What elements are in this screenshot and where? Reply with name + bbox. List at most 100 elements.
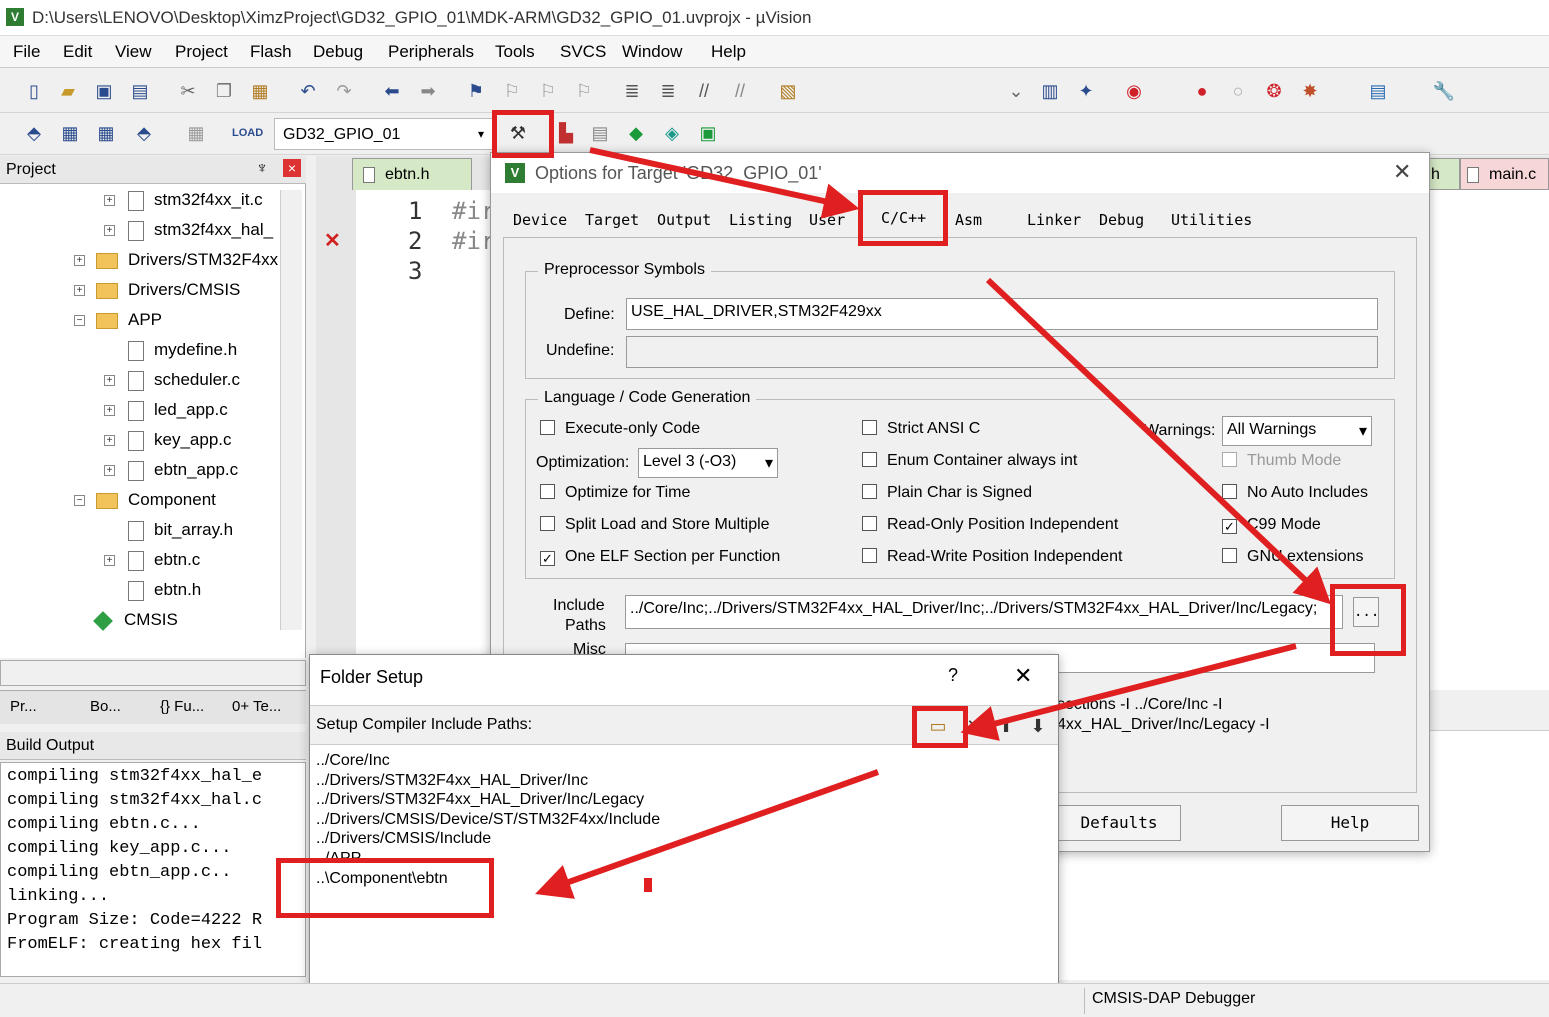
list-item[interactable]: ../Drivers/CMSIS/Device/ST/STM32F4xx/Inc… <box>316 810 660 830</box>
tab-asm[interactable]: Asm <box>955 211 982 229</box>
menu-project[interactable]: Project <box>175 42 228 62</box>
tree-item[interactable]: stm32f4xx_it.c <box>154 190 263 209</box>
pack-installer-icon[interactable]: ◈ <box>660 121 684 145</box>
editor-tab-main-c[interactable]: main.c <box>1460 158 1549 190</box>
tab-target[interactable]: Target <box>585 211 639 229</box>
tree-item[interactable]: ebtn.h <box>154 580 201 599</box>
incremental-find-icon[interactable]: ✦ <box>1074 79 1098 103</box>
help-button[interactable]: Help <box>1281 805 1419 841</box>
menu-view[interactable]: View <box>115 42 152 62</box>
tree-item[interactable]: key_app.c <box>154 430 232 449</box>
tree-item[interactable]: Component <box>128 490 216 509</box>
close-icon[interactable]: ✕ <box>1014 663 1032 689</box>
menu-edit[interactable]: Edit <box>63 42 92 62</box>
menu-window[interactable]: Window <box>622 42 682 62</box>
translate-icon[interactable]: ⬘ <box>22 121 46 145</box>
tab-books[interactable]: Bo... <box>90 698 121 715</box>
expand-icon[interactable]: + <box>104 435 115 446</box>
list-item[interactable]: ../Drivers/STM32F4xx_HAL_Driver/Inc <box>316 771 660 791</box>
breakpoint-icon[interactable]: ● <box>1190 79 1214 103</box>
tree-item[interactable]: Drivers/CMSIS <box>128 280 240 299</box>
tab-utilities[interactable]: Utilities <box>1171 211 1252 229</box>
optimize-time-checkbox[interactable]: Optimize for Time <box>540 484 690 502</box>
expand-icon[interactable]: + <box>104 225 115 236</box>
move-up-icon[interactable]: ⬆ <box>994 714 1018 738</box>
tab-user[interactable]: User <box>809 211 845 229</box>
tree-item[interactable]: led_app.c <box>154 400 228 419</box>
save-icon[interactable]: ▣ <box>92 79 116 103</box>
expand-icon[interactable]: + <box>104 375 115 386</box>
rebuild-icon[interactable]: ▦ <box>94 121 118 145</box>
bookmark-clear-icon[interactable]: ⚐ <box>572 79 596 103</box>
collapse-icon[interactable]: − <box>74 315 85 326</box>
stop-build-icon[interactable]: ▦ <box>184 121 208 145</box>
c99-mode-checkbox[interactable]: ✓ C99 Mode <box>1222 516 1321 534</box>
enum-container-checkbox[interactable]: Enum Container always int <box>862 452 1077 470</box>
find-icon[interactable]: ▥ <box>1038 79 1062 103</box>
include-paths-input[interactable]: ../Core/Inc;../Drivers/STM32F4xx_HAL_Dri… <box>625 595 1343 629</box>
list-item[interactable]: ../Core/Inc <box>316 751 660 771</box>
manage-run-time-icon[interactable]: ◆ <box>624 121 648 145</box>
defaults-button[interactable]: Defaults <box>1057 805 1181 841</box>
menu-tools[interactable]: Tools <box>495 42 535 62</box>
expand-icon[interactable]: + <box>104 555 115 566</box>
window-layout-icon[interactable]: ▤ <box>1366 79 1390 103</box>
cut-icon[interactable]: ✂ <box>176 79 200 103</box>
expand-icon[interactable]: + <box>104 465 115 476</box>
menu-peripherals[interactable]: Peripherals <box>388 42 474 62</box>
one-elf-checkbox[interactable]: ✓ One ELF Section per Function <box>540 548 780 566</box>
copy-icon[interactable]: ❐ <box>212 79 236 103</box>
define-input[interactable]: USE_HAL_DRIVER,STM32F429xx <box>626 298 1378 330</box>
select-packs-icon[interactable]: ▤ <box>588 121 612 145</box>
execute-only-checkbox[interactable]: Execute-only Code <box>540 420 700 438</box>
tree-item[interactable]: APP <box>128 310 162 329</box>
tree-scrollbar[interactable] <box>280 190 302 630</box>
thumb-mode-checkbox[interactable]: Thumb Mode <box>1222 452 1341 470</box>
build-icon[interactable]: ▦ <box>58 121 82 145</box>
comment-icon[interactable]: // <box>692 79 716 103</box>
expand-icon[interactable]: + <box>74 255 85 266</box>
unindent-icon[interactable]: ≣ <box>656 79 680 103</box>
close-panel-icon[interactable]: × <box>283 159 301 177</box>
warnings-select[interactable]: All Warnings ▾ <box>1222 416 1372 446</box>
tree-item[interactable]: Drivers/STM32F4xx <box>128 250 278 269</box>
list-item[interactable]: ../Drivers/CMSIS/Include <box>316 829 660 849</box>
menu-svcs[interactable]: SVCS <box>560 42 606 62</box>
move-down-icon[interactable]: ⬇ <box>1026 714 1050 738</box>
no-auto-includes-checkbox[interactable]: No Auto Includes <box>1222 484 1368 502</box>
editor-tab-ebtn-h[interactable]: ebtn.h <box>352 158 472 190</box>
list-item[interactable]: ../Drivers/STM32F4xx_HAL_Driver/Inc/Lega… <box>316 790 660 810</box>
menu-file[interactable]: File <box>13 42 40 62</box>
batch-build-icon[interactable]: ⬘ <box>132 121 156 145</box>
tab-linker[interactable]: Linker <box>1027 211 1081 229</box>
tab-debug[interactable]: Debug <box>1099 211 1144 229</box>
undefine-input[interactable] <box>626 336 1378 368</box>
bookmark-icon[interactable]: ⚑ <box>464 79 488 103</box>
tree-item[interactable]: bit_array.h <box>154 520 233 539</box>
split-load-checkbox[interactable]: Split Load and Store Multiple <box>540 516 770 534</box>
redo-icon[interactable]: ↷ <box>332 79 356 103</box>
pin-icon[interactable]: ♆ <box>256 160 268 178</box>
breakpoint-kill-icon[interactable]: ❂ <box>1262 79 1286 103</box>
menu-debug[interactable]: Debug <box>313 42 363 62</box>
menu-flash[interactable]: Flash <box>250 42 292 62</box>
tree-item[interactable]: mydefine.h <box>154 340 237 359</box>
target-select[interactable]: GD32_GPIO_01 ▾ <box>274 118 494 150</box>
rwpi-checkbox[interactable]: Read-Write Position Independent <box>862 548 1122 566</box>
find-in-files-icon[interactable]: ▧ <box>776 79 800 103</box>
breakpoint-disable-icon[interactable]: ○ <box>1226 79 1250 103</box>
tab-listing[interactable]: Listing <box>729 211 792 229</box>
tree-item[interactable]: ebtn.c <box>154 550 200 569</box>
tab-project[interactable]: Pr... <box>10 698 37 715</box>
menu-help[interactable]: Help <box>711 42 746 62</box>
tab-templates[interactable]: 0+ Te... <box>232 698 281 715</box>
debug-session-icon[interactable]: ◉ <box>1122 79 1146 103</box>
paste-icon[interactable]: ▦ <box>248 79 272 103</box>
tree-item[interactable]: scheduler.c <box>154 370 240 389</box>
manage-project-items-icon[interactable]: ▙ <box>554 121 578 145</box>
download-load-icon[interactable]: LOAD <box>232 121 263 145</box>
expand-icon[interactable]: + <box>104 405 115 416</box>
tree-item[interactable]: ebtn_app.c <box>154 460 238 479</box>
open-file-icon[interactable]: ▰ <box>56 79 80 103</box>
expand-icon[interactable]: + <box>104 195 115 206</box>
